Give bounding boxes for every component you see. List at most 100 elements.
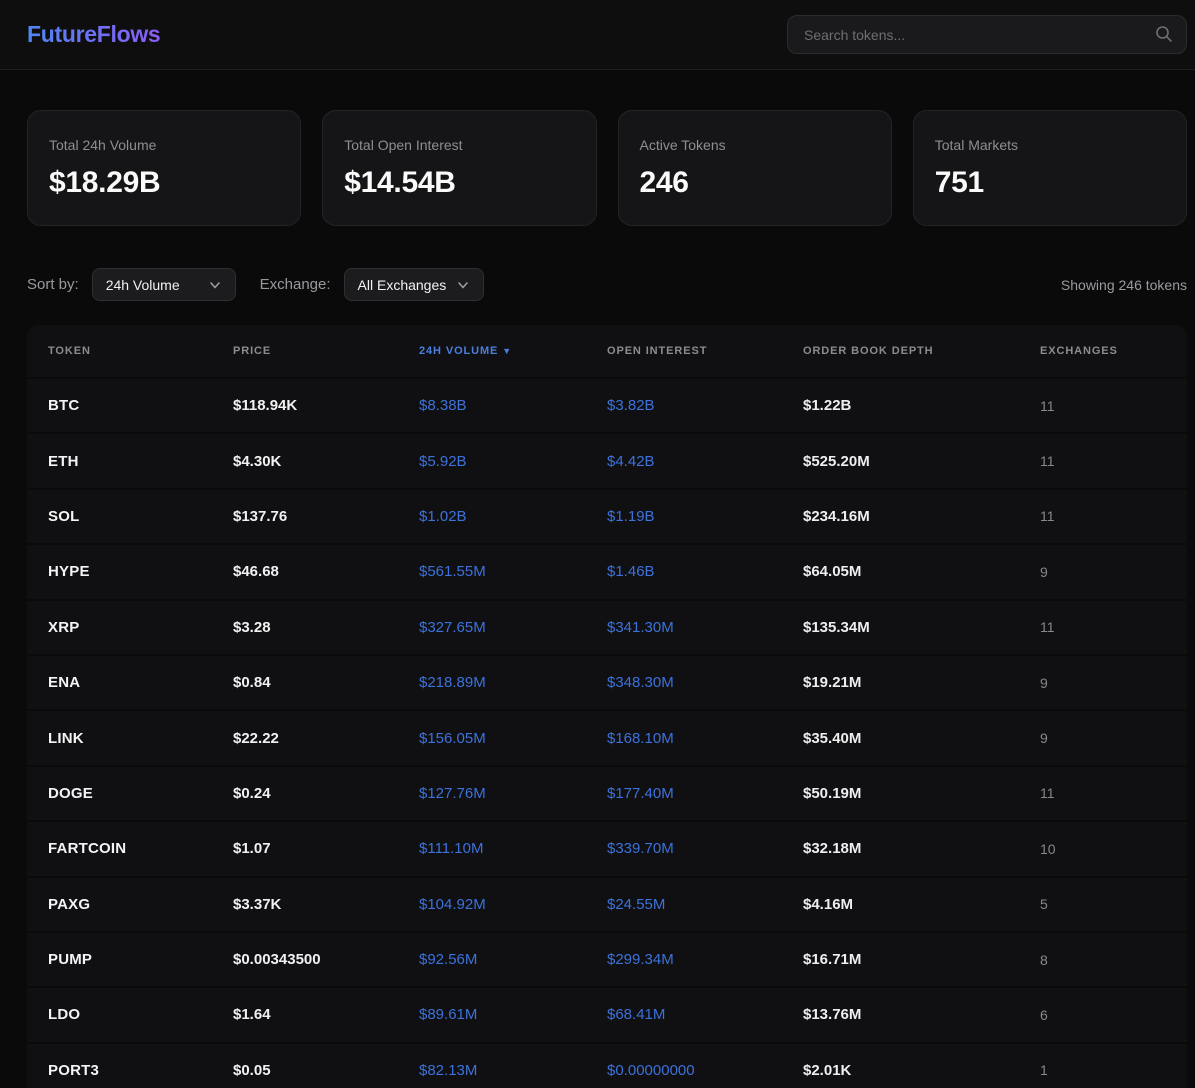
exchange-label: Exchange: <box>260 276 331 293</box>
sort-descending-icon: ▼ <box>502 346 512 356</box>
stat-value: $18.29B <box>49 166 279 200</box>
chevron-down-icon <box>208 278 222 292</box>
table-row[interactable]: PORT3 $0.05 $82.13M $0.00000000 $2.01K 1 <box>27 1042 1187 1088</box>
search-container <box>787 15 1187 54</box>
cell-orderbook-depth: $13.76M <box>803 1006 1040 1023</box>
cell-open-interest: $1.46B <box>607 563 803 580</box>
stat-value: 246 <box>640 166 870 200</box>
cell-orderbook-depth: $234.16M <box>803 508 1040 525</box>
table-body: BTC $118.94K $8.38B $3.82B $1.22B 11 ETH… <box>27 377 1187 1088</box>
stat-card-active-tokens: Active Tokens 246 <box>618 110 892 226</box>
table-row[interactable]: LDO $1.64 $89.61M $68.41M $13.76M 6 <box>27 986 1187 1041</box>
stat-label: Total Open Interest <box>344 137 574 153</box>
search-input[interactable] <box>787 15 1187 54</box>
table-row[interactable]: ENA $0.84 $218.89M $348.30M $19.21M 9 <box>27 654 1187 709</box>
table-row[interactable]: PAXG $3.37K $104.92M $24.55M $4.16M 5 <box>27 876 1187 931</box>
cell-orderbook-depth: $525.20M <box>803 453 1040 470</box>
cell-token: PORT3 <box>48 1062 233 1079</box>
cell-exchanges: 6 <box>1040 1007 1187 1023</box>
table-row[interactable]: BTC $118.94K $8.38B $3.82B $1.22B 11 <box>27 377 1187 432</box>
cell-24h-volume: $1.02B <box>419 508 607 525</box>
stat-card-total-volume: Total 24h Volume $18.29B <box>27 110 301 226</box>
showing-count: Showing 246 tokens <box>1061 277 1187 293</box>
cell-24h-volume: $92.56M <box>419 951 607 968</box>
cell-exchanges: 11 <box>1040 508 1187 524</box>
cell-price: $118.94K <box>233 397 419 414</box>
cell-price: $3.28 <box>233 619 419 636</box>
main-content: Total 24h Volume $18.29B Total Open Inte… <box>0 110 1195 1088</box>
table-row[interactable]: XRP $3.28 $327.65M $341.30M $135.34M 11 <box>27 599 1187 654</box>
cell-price: $3.37K <box>233 896 419 913</box>
cell-token: LINK <box>48 730 233 747</box>
table-row[interactable]: LINK $22.22 $156.05M $168.10M $35.40M 9 <box>27 709 1187 764</box>
table-row[interactable]: FARTCOIN $1.07 $111.10M $339.70M $32.18M… <box>27 820 1187 875</box>
table-row[interactable]: ETH $4.30K $5.92B $4.42B $525.20M 11 <box>27 432 1187 487</box>
cell-open-interest: $68.41M <box>607 1006 803 1023</box>
filter-controls: Sort by: 24h Volume Exchange: All Exchan… <box>27 268 1187 301</box>
exchange-dropdown[interactable]: All Exchanges <box>344 268 485 301</box>
cell-open-interest: $177.40M <box>607 785 803 802</box>
stat-label: Total Markets <box>935 137 1165 153</box>
cell-exchanges: 10 <box>1040 841 1187 857</box>
sort-dropdown[interactable]: 24h Volume <box>92 268 236 301</box>
stats-row: Total 24h Volume $18.29B Total Open Inte… <box>27 110 1187 226</box>
cell-orderbook-depth: $19.21M <box>803 674 1040 691</box>
cell-price: $1.64 <box>233 1006 419 1023</box>
cell-token: HYPE <box>48 563 233 580</box>
column-header-depth[interactable]: Order Book Depth <box>803 345 1040 357</box>
cell-open-interest: $3.82B <box>607 397 803 414</box>
table-row[interactable]: DOGE $0.24 $127.76M $177.40M $50.19M 11 <box>27 765 1187 820</box>
cell-24h-volume: $104.92M <box>419 896 607 913</box>
cell-exchanges: 11 <box>1040 398 1187 414</box>
cell-exchanges: 11 <box>1040 453 1187 469</box>
cell-exchanges: 9 <box>1040 730 1187 746</box>
cell-open-interest: $168.10M <box>607 730 803 747</box>
column-header-volume-label: 24h Volume <box>419 345 498 357</box>
cell-token: BTC <box>48 397 233 414</box>
cell-open-interest: $24.55M <box>607 896 803 913</box>
cell-orderbook-depth: $64.05M <box>803 563 1040 580</box>
cell-price: $46.68 <box>233 563 419 580</box>
stat-card-open-interest: Total Open Interest $14.54B <box>322 110 596 226</box>
cell-open-interest: $4.42B <box>607 453 803 470</box>
search-icon <box>1154 24 1174 44</box>
stat-label: Active Tokens <box>640 137 870 153</box>
chevron-down-icon <box>456 278 470 292</box>
cell-price: $1.07 <box>233 840 419 857</box>
cell-price: $0.84 <box>233 674 419 691</box>
cell-orderbook-depth: $50.19M <box>803 785 1040 802</box>
cell-24h-volume: $5.92B <box>419 453 607 470</box>
cell-orderbook-depth: $16.71M <box>803 951 1040 968</box>
sort-by-label: Sort by: <box>27 276 79 293</box>
cell-24h-volume: $8.38B <box>419 397 607 414</box>
cell-exchanges: 11 <box>1040 619 1187 635</box>
cell-price: $137.76 <box>233 508 419 525</box>
column-header-open-interest[interactable]: Open Interest <box>607 345 803 357</box>
cell-orderbook-depth: $32.18M <box>803 840 1040 857</box>
exchange-dropdown-value: All Exchanges <box>358 277 447 293</box>
cell-orderbook-depth: $2.01K <box>803 1062 1040 1079</box>
app-logo[interactable]: FutureFlows <box>27 21 160 48</box>
table-row[interactable]: HYPE $46.68 $561.55M $1.46B $64.05M 9 <box>27 543 1187 598</box>
cell-token: SOL <box>48 508 233 525</box>
cell-token: FARTCOIN <box>48 840 233 857</box>
cell-token: ETH <box>48 453 233 470</box>
cell-24h-volume: $127.76M <box>419 785 607 802</box>
stat-card-total-markets: Total Markets 751 <box>913 110 1187 226</box>
table-row[interactable]: SOL $137.76 $1.02B $1.19B $234.16M 11 <box>27 488 1187 543</box>
cell-open-interest: $341.30M <box>607 619 803 636</box>
cell-open-interest: $0.00000000 <box>607 1062 803 1079</box>
column-header-token[interactable]: Token <box>48 345 233 357</box>
stat-value: $14.54B <box>344 166 574 200</box>
cell-exchanges: 8 <box>1040 952 1187 968</box>
column-header-price[interactable]: Price <box>233 345 419 357</box>
column-header-exchanges[interactable]: Exchanges <box>1040 345 1187 357</box>
cell-token: ENA <box>48 674 233 691</box>
cell-exchanges: 11 <box>1040 785 1187 801</box>
cell-24h-volume: $111.10M <box>419 840 607 857</box>
column-header-volume[interactable]: 24h Volume ▼ <box>419 345 607 357</box>
table-row[interactable]: PUMP $0.00343500 $92.56M $299.34M $16.71… <box>27 931 1187 986</box>
cell-price: $0.05 <box>233 1062 419 1079</box>
cell-token: PAXG <box>48 896 233 913</box>
cell-price: $4.30K <box>233 453 419 470</box>
